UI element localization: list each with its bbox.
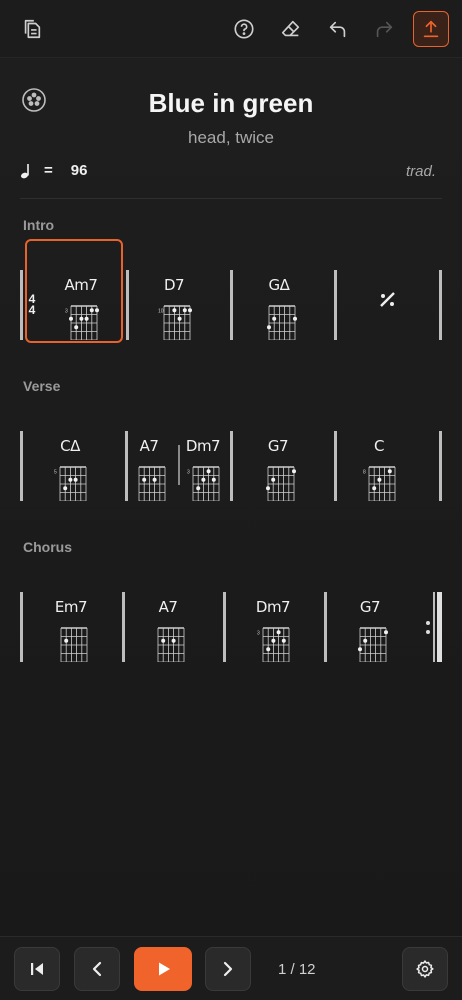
next-icon [223, 961, 233, 977]
chord-name: Dm7 [255, 598, 291, 616]
section-label-verse[interactable]: Verse [23, 378, 60, 394]
song-subtitle[interactable]: head, twice [0, 128, 462, 148]
file-icon [24, 19, 41, 39]
chord-diagram: 3 [257, 622, 291, 663]
tempo-marking[interactable]: = 96 [20, 162, 87, 179]
page-indicator: 1 / 12 [278, 961, 316, 978]
measure-repeat-icon [380, 292, 395, 307]
chord-name: A7 [158, 598, 178, 616]
header-divider [20, 198, 442, 199]
composer[interactable]: trad. [406, 163, 436, 180]
chord-name: D7 [163, 276, 185, 294]
skip-start-button[interactable] [14, 947, 60, 991]
barline [324, 592, 327, 662]
export-icon [423, 20, 439, 38]
verse-row: CΔ 5 A7 Dm7 3 G7 C 8 [0, 431, 462, 511]
svg-text:3: 3 [257, 630, 260, 636]
file-button[interactable] [14, 11, 50, 47]
chord-diagram: 5 [54, 461, 88, 502]
measure-repeat-symbol[interactable] [378, 290, 398, 310]
chord-diagram [133, 461, 167, 502]
chord-diagram: 8 [363, 461, 397, 502]
help-button[interactable] [226, 11, 262, 47]
play-button[interactable] [134, 947, 192, 991]
play-icon [159, 962, 170, 976]
barline [122, 592, 125, 662]
eraser-button[interactable] [273, 11, 309, 47]
chord-diagram [152, 622, 186, 663]
chord-diagram [263, 300, 297, 341]
svg-text:5: 5 [54, 469, 57, 475]
time-signature: 4 4 [27, 293, 37, 317]
section-label-chorus[interactable]: Chorus [23, 539, 72, 555]
intro-row: 4 4 Am7 3 D7 10 GΔ [0, 270, 462, 350]
chord-diagram [262, 461, 296, 502]
export-button[interactable] [413, 11, 449, 47]
chord-name: G7 [267, 437, 289, 455]
settings-icon [416, 960, 434, 978]
final-barline [437, 592, 442, 662]
barline [126, 270, 129, 340]
redo-icon [376, 21, 393, 38]
chorus-row: Em7 A7 Dm7 3 G7 [0, 592, 462, 672]
chord-diagram [354, 622, 388, 663]
barline [223, 592, 226, 662]
chord-name: GΔ [268, 276, 290, 294]
barline [433, 592, 435, 662]
previous-icon [92, 961, 102, 977]
tempo-value: 96 [70, 162, 88, 179]
chord-diagram: 3 [187, 461, 221, 502]
chord-name: A7 [139, 437, 159, 455]
svg-text:8: 8 [363, 469, 366, 475]
barline [20, 592, 23, 662]
time-signature-bottom: 4 [28, 303, 36, 317]
playback-bar: 1 / 12 [0, 936, 462, 1000]
svg-text:3: 3 [187, 469, 190, 475]
barline [334, 270, 337, 340]
chord-diagram: 3 [65, 300, 99, 341]
svg-text:10: 10 [158, 308, 164, 314]
quarter-note-icon [20, 163, 29, 178]
redo-button[interactable] [366, 11, 402, 47]
undo-icon [329, 21, 346, 38]
section-label-intro[interactable]: Intro [23, 217, 54, 233]
chord-name: Em7 [54, 598, 88, 616]
settings-button[interactable] [402, 947, 448, 991]
chord-name: G7 [359, 598, 381, 616]
help-icon [234, 19, 254, 39]
previous-button[interactable] [74, 947, 120, 991]
skip-start-icon [31, 963, 43, 975]
end-repeat-dots [426, 621, 430, 639]
tempo-equals: = [44, 162, 53, 179]
barline [439, 270, 442, 340]
song-title[interactable]: Blue in green [0, 88, 462, 119]
svg-text:3: 3 [65, 308, 68, 314]
next-button[interactable] [205, 947, 251, 991]
undo-button[interactable] [320, 11, 356, 47]
chord-diagram [55, 622, 89, 663]
barline [230, 270, 233, 340]
chord-name: C [374, 437, 384, 455]
barline [230, 431, 233, 501]
chord-diagram: 10 [158, 300, 192, 341]
eraser-icon [281, 20, 300, 37]
chord-name: Dm7 [185, 437, 221, 455]
chord-name: CΔ [60, 437, 80, 455]
chord-sheet: Blue in green head, twice = 96 trad. Int… [0, 58, 462, 936]
barline [439, 431, 442, 501]
barline [20, 270, 23, 340]
top-toolbar [0, 0, 462, 58]
chord-name: Am7 [64, 276, 98, 294]
barline [334, 431, 337, 501]
barline [20, 431, 23, 501]
